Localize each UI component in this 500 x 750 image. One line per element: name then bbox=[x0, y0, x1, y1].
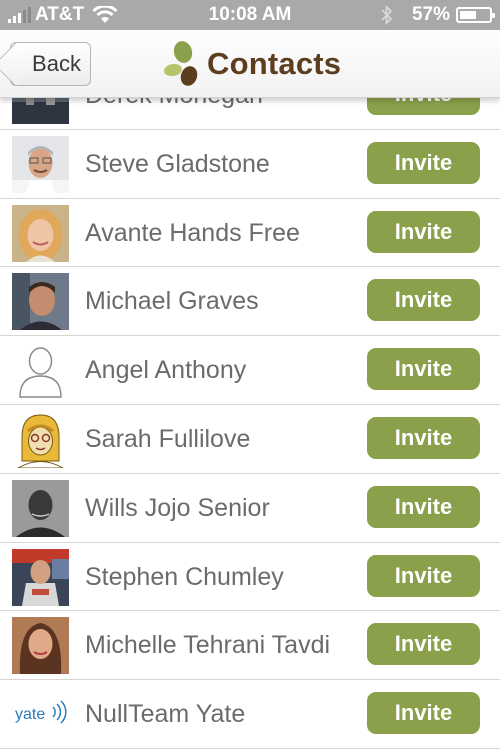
invite-button[interactable]: Invite bbox=[367, 210, 480, 253]
back-button[interactable]: Back bbox=[10, 42, 91, 86]
invite-button[interactable]: Invite bbox=[367, 485, 480, 528]
page-title: Contacts bbox=[207, 46, 342, 81]
contact-name: Michelle Tehrani Tavdi bbox=[85, 631, 331, 660]
invite-button[interactable]: Invite bbox=[367, 279, 480, 322]
avatar bbox=[12, 410, 69, 468]
invite-button[interactable]: Invite bbox=[367, 623, 480, 666]
placeholder-avatar-icon bbox=[12, 342, 69, 400]
back-button-label: Back bbox=[32, 51, 81, 76]
status-bar: AT&T 10:08 AM 57% bbox=[0, 0, 500, 30]
invite-button[interactable]: Invite bbox=[367, 554, 480, 597]
contact-name: Steve Gladstone bbox=[85, 149, 270, 178]
avatar bbox=[12, 204, 69, 262]
avatar bbox=[12, 273, 69, 331]
title-group: Contacts bbox=[164, 40, 341, 88]
battery-fill bbox=[460, 11, 476, 19]
invite-button[interactable]: Invite bbox=[367, 416, 480, 459]
contact-row: Sarah Fullilove Invite bbox=[0, 404, 500, 474]
contact-row: Derek Monegan Invite bbox=[0, 97, 500, 130]
contact-row: Stephen Chumley Invite bbox=[0, 542, 500, 612]
contact-name: Sarah Fullilove bbox=[85, 424, 251, 453]
contact-name: Angel Anthony bbox=[85, 356, 247, 385]
contact-row: Michael Graves Invite bbox=[0, 267, 500, 337]
battery-percent: 57% bbox=[411, 4, 450, 25]
leaf-logo-icon bbox=[164, 41, 198, 86]
invite-button[interactable]: Invite bbox=[367, 97, 480, 115]
contact-row: Wills Jojo Senior Invite bbox=[0, 473, 500, 543]
contact-row: Angel Anthony Invite bbox=[0, 336, 500, 405]
navigation-bar: Back Contacts bbox=[0, 30, 500, 98]
contact-name: NullTeam Yate bbox=[85, 700, 246, 729]
contact-list-content: Derek Monegan Invite Steve Gladstone Inv… bbox=[0, 97, 500, 749]
contact-name: Wills Jojo Senior bbox=[85, 493, 270, 522]
contact-name: Stephen Chumley bbox=[85, 562, 284, 591]
avatar bbox=[12, 479, 69, 537]
contact-name: Michael Graves bbox=[85, 287, 259, 316]
contact-list[interactable]: Derek Monegan Invite Steve Gladstone Inv… bbox=[0, 97, 500, 750]
invite-button[interactable]: Invite bbox=[367, 348, 480, 391]
status-right: 57% bbox=[380, 0, 495, 30]
avatar bbox=[12, 97, 69, 124]
svg-text:yate: yate bbox=[15, 706, 45, 723]
avatar bbox=[12, 135, 69, 193]
avatar bbox=[12, 548, 69, 606]
contact-name: Avante Hands Free bbox=[85, 218, 300, 247]
contact-row: yate NullTeam Yate Invite bbox=[0, 680, 500, 749]
battery-icon bbox=[456, 7, 495, 23]
contact-row: Michelle Tehrani Tavdi Invite bbox=[0, 611, 500, 681]
contact-name: Derek Monegan bbox=[85, 97, 263, 129]
invite-button[interactable]: Invite bbox=[367, 692, 480, 735]
yate-logo-icon: yate bbox=[12, 686, 69, 744]
contact-row: Avante Hands Free Invite bbox=[0, 198, 500, 268]
invite-button[interactable]: Invite bbox=[367, 141, 480, 184]
bluetooth-icon bbox=[381, 5, 393, 25]
avatar bbox=[12, 617, 69, 675]
contact-row: Steve Gladstone Invite bbox=[0, 129, 500, 199]
